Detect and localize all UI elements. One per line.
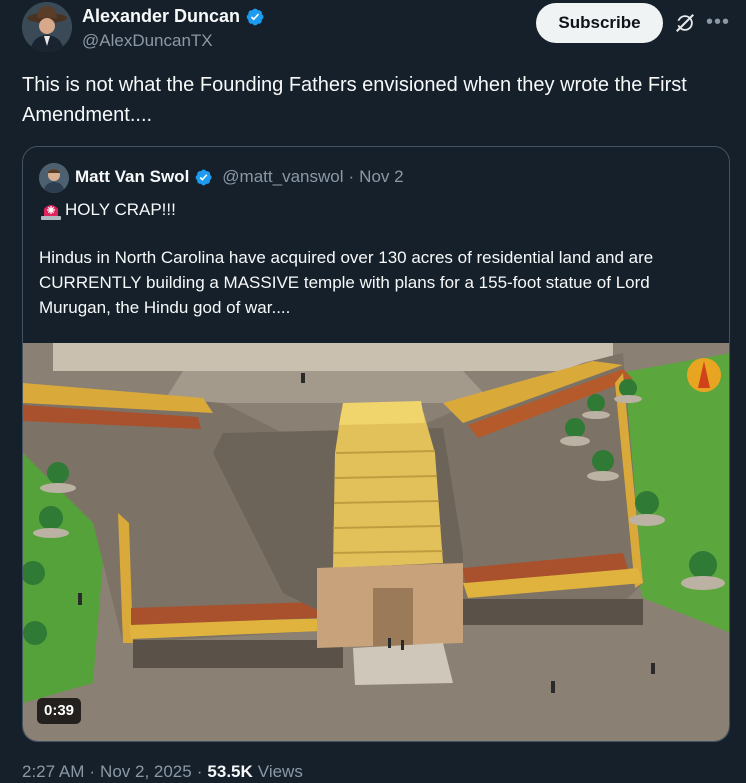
verified-badge-icon (195, 169, 212, 185)
police-light-icon (41, 205, 61, 220)
video-player[interactable]: 0:39 (23, 343, 729, 741)
quote-author-avatar[interactable] (39, 163, 69, 193)
author-name[interactable]: Alexander Duncan (82, 6, 240, 27)
verified-badge-icon (246, 8, 264, 25)
views-count: 53.5K (207, 762, 253, 781)
tweet-meta: 2:27 AM · Nov 2, 2025 · 53.5K Views (22, 762, 303, 782)
quote-body-text: Hindus in North Carolina have acquired o… (39, 248, 654, 317)
quote-headline: HOLY CRAP!!! (65, 200, 176, 219)
quote-date[interactable]: Nov 2 (359, 167, 403, 187)
tweet-time[interactable]: 2:27 AM (22, 762, 84, 782)
tweet-text: This is not what the Founding Fathers en… (22, 74, 687, 126)
tweet-date[interactable]: Nov 2, 2025 (100, 762, 192, 782)
grok-icon[interactable] (674, 12, 696, 34)
quote-first-line: HOLY CRAP!!! (39, 199, 176, 221)
meta-separator: · (196, 762, 203, 781)
meta-separator: · (89, 762, 96, 781)
temple-render-thumbnail (23, 343, 729, 741)
video-duration: 0:39 (37, 698, 82, 724)
views-label: Views (257, 762, 303, 781)
more-icon[interactable]: ••• (706, 10, 730, 34)
author-name-row: Alexander Duncan (82, 6, 265, 27)
separator-dot: · (348, 167, 355, 186)
author-handle[interactable]: @AlexDuncanTX (82, 31, 213, 51)
author-avatar[interactable] (22, 2, 72, 52)
quote-author-handle[interactable]: @matt_vanswol (222, 167, 343, 187)
quote-author-name[interactable]: Matt Van Swol (75, 167, 189, 187)
quoted-tweet[interactable]: Matt Van Swol @matt_vanswol · Nov 2 HOLY… (22, 146, 730, 742)
tweet-page: Alexander Duncan @AlexDuncanTX Subscribe… (0, 0, 746, 783)
subscribe-button[interactable]: Subscribe (536, 3, 663, 43)
quote-header: Matt Van Swol @matt_vanswol · Nov 2 (75, 167, 404, 187)
